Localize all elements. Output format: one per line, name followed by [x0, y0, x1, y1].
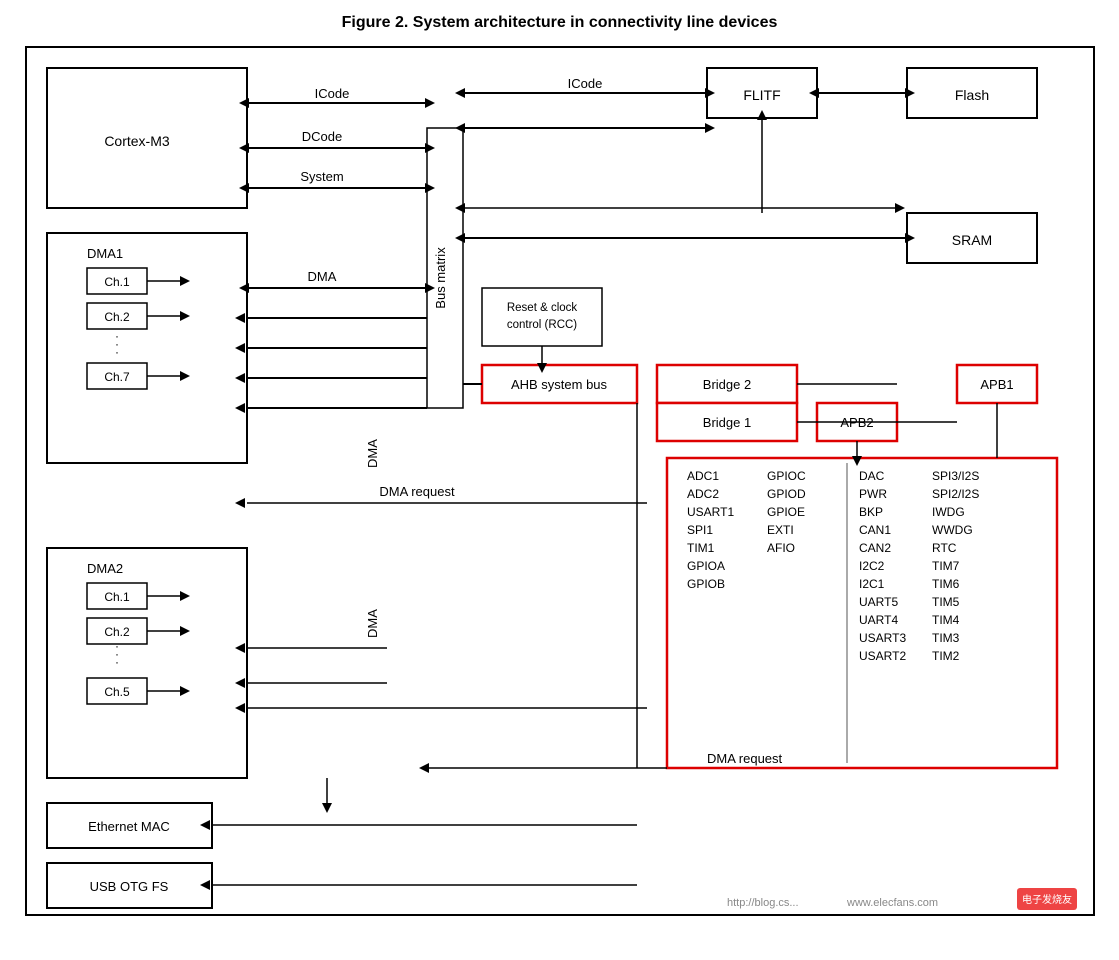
svg-text:DAC: DAC: [859, 469, 885, 483]
page-container: Figure 2. System architecture in connect…: [0, 0, 1119, 960]
svg-text:ICode: ICode: [314, 86, 349, 101]
svg-text:Bus matrix: Bus matrix: [433, 247, 448, 309]
svg-text:SRAM: SRAM: [951, 232, 991, 248]
svg-text:TIM2: TIM2: [932, 649, 960, 663]
svg-text:DMA request: DMA request: [379, 484, 455, 499]
svg-text:Ch.2: Ch.2: [104, 310, 130, 324]
svg-text:AFIO: AFIO: [767, 541, 795, 555]
diagram-area: Cortex-M3 DMA1 Ch.1 Ch.2 Ch.7 · · · DMA2…: [25, 46, 1095, 916]
svg-text:Reset & clock: Reset & clock: [506, 302, 577, 314]
svg-text:USART3: USART3: [859, 631, 906, 645]
svg-text:IWDG: IWDG: [932, 505, 965, 519]
svg-text:EXTI: EXTI: [767, 523, 794, 537]
svg-text:I2C2: I2C2: [859, 559, 885, 573]
svg-text:Ch.1: Ch.1: [104, 275, 130, 289]
svg-text:Bridge 2: Bridge 2: [702, 377, 750, 392]
svg-text:PWR: PWR: [859, 487, 887, 501]
svg-text:Ch.1: Ch.1: [104, 590, 130, 604]
svg-text:·: ·: [115, 639, 119, 653]
svg-text:·: ·: [115, 329, 119, 343]
svg-text:DMA: DMA: [365, 439, 380, 468]
svg-text:ADC2: ADC2: [687, 487, 719, 501]
svg-text:UART4: UART4: [859, 613, 898, 627]
svg-text:TIM7: TIM7: [932, 559, 960, 573]
svg-text:GPIOA: GPIOA: [687, 559, 725, 573]
svg-text:BKP: BKP: [859, 505, 883, 519]
svg-text:Flash: Flash: [954, 87, 988, 103]
svg-text:FLITF: FLITF: [743, 87, 780, 103]
svg-text:RTC: RTC: [932, 541, 957, 555]
page-title: Figure 2. System architecture in connect…: [20, 14, 1099, 32]
svg-text:http://blog.cs...: http://blog.cs...: [727, 897, 799, 909]
svg-text:CAN2: CAN2: [859, 541, 891, 555]
svg-text:电子发烧友: 电子发烧友: [1022, 893, 1072, 906]
svg-text:ADC1: ADC1: [687, 469, 719, 483]
svg-text:APB1: APB1: [980, 377, 1013, 392]
svg-text:Ch.2: Ch.2: [104, 625, 130, 639]
svg-text:DMA: DMA: [307, 269, 336, 284]
svg-text:DMA request: DMA request: [707, 751, 783, 766]
svg-text:SPI3/I2S: SPI3/I2S: [932, 469, 979, 483]
svg-text:DCode: DCode: [301, 129, 341, 144]
svg-text:Bridge 1: Bridge 1: [702, 415, 750, 430]
svg-text:SPI2/I2S: SPI2/I2S: [932, 487, 979, 501]
svg-text:USART2: USART2: [859, 649, 906, 663]
svg-text:control (RCC): control (RCC): [506, 319, 576, 331]
svg-text:DMA: DMA: [365, 609, 380, 638]
svg-text:Ch.7: Ch.7: [104, 370, 130, 384]
svg-text:DMA2: DMA2: [87, 561, 123, 576]
svg-text:TIM6: TIM6: [932, 577, 960, 591]
svg-text:USB OTG FS: USB OTG FS: [89, 879, 168, 894]
svg-text:GPIOD: GPIOD: [767, 487, 806, 501]
svg-text:TIM4: TIM4: [932, 613, 960, 627]
svg-text:SPI1: SPI1: [687, 523, 713, 537]
svg-text:TIM3: TIM3: [932, 631, 960, 645]
svg-text:System: System: [300, 169, 343, 184]
svg-text:CAN1: CAN1: [859, 523, 891, 537]
svg-text:TIM5: TIM5: [932, 595, 960, 609]
svg-text:AHB system bus: AHB system bus: [510, 377, 607, 392]
svg-text:WWDG: WWDG: [932, 523, 973, 537]
svg-text:www.elecfans.com: www.elecfans.com: [846, 897, 938, 909]
svg-text:Ch.5: Ch.5: [104, 685, 130, 699]
svg-text:GPIOC: GPIOC: [767, 469, 806, 483]
svg-text:Ethernet MAC: Ethernet MAC: [88, 819, 170, 834]
diagram-svg: Cortex-M3 DMA1 Ch.1 Ch.2 Ch.7 · · · DMA2…: [27, 48, 1097, 918]
svg-text:GPIOE: GPIOE: [767, 505, 805, 519]
svg-text:USART1: USART1: [687, 505, 734, 519]
svg-text:UART5: UART5: [859, 595, 898, 609]
svg-text:Cortex-M3: Cortex-M3: [104, 133, 170, 149]
svg-text:TIM1: TIM1: [687, 541, 715, 555]
svg-text:DMA1: DMA1: [87, 246, 123, 261]
svg-text:I2C1: I2C1: [859, 577, 885, 591]
svg-text:GPIOB: GPIOB: [687, 577, 725, 591]
svg-text:ICode: ICode: [567, 76, 602, 91]
